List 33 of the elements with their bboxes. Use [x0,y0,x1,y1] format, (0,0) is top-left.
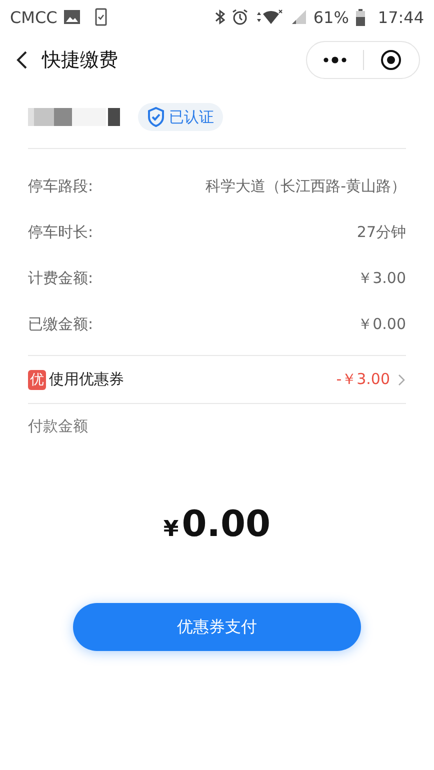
shield-check-icon [147,107,165,127]
payment-label: 付款金额 [28,416,89,436]
detail-label: 停车路段: [28,176,94,196]
coupon-label: 使用优惠券 [49,370,124,389]
page-title: 快捷缴费 [42,48,119,73]
carrier: CMCC [10,8,58,26]
wifi-icon [255,9,286,25]
more-icon[interactable] [322,56,347,64]
detail-value: 27分钟 [356,222,406,242]
detail-value: 科学大道（长江西路-黄山路） [206,176,406,196]
coupon-tag: 优 [28,370,46,390]
chevron-right-icon [398,374,406,386]
detail-label: 停车时长: [28,222,94,242]
coupon-row[interactable]: 优 使用优惠券 -￥3.00 [28,356,406,404]
bluetooth-icon [215,9,226,25]
detail-label: 已缴金额: [28,314,94,334]
detail-value: ￥3.00 [358,268,406,288]
detail-value: ￥0.00 [358,314,406,334]
clock: 17:44 [378,8,424,26]
discount-amount: -￥3.00 [336,370,390,389]
battery-icon [356,8,365,26]
alarm-icon [232,9,248,25]
battery-percentage: 61% [313,8,349,26]
phone-check-icon [95,8,108,26]
detail-label: 计费金额: [28,268,94,288]
payment-amount: 0.00 [182,504,271,545]
image-icon [64,10,80,24]
signal-icon [292,10,306,24]
pay-button[interactable]: 优惠券支付 [73,603,361,651]
back-icon[interactable] [16,50,28,70]
verified-label: 已认证 [169,108,214,126]
currency-symbol: ¥ [163,517,179,542]
close-icon[interactable] [380,49,402,71]
